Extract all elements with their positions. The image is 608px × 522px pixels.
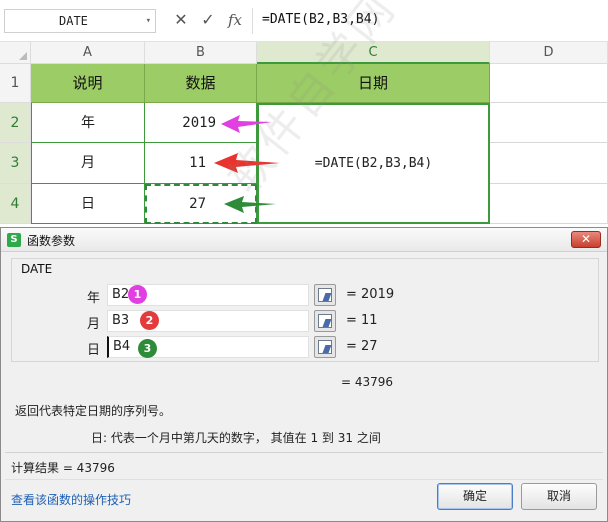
ok-button[interactable]: 确定 — [437, 483, 513, 510]
range-select-icon[interactable] — [314, 284, 336, 306]
arg-result: = 27 — [346, 339, 378, 354]
arrow-row-4 — [224, 196, 276, 213]
step-badge-2: 2 — [140, 311, 159, 330]
function-name: DATE — [21, 262, 53, 276]
arg-row-year: 年 B2 1 = 2019 — [1, 284, 608, 306]
arg-result: = 11 — [346, 313, 378, 328]
close-button[interactable]: ✕ — [571, 231, 601, 248]
arg-label: 月 — [87, 317, 101, 332]
step-badge-1: 1 — [128, 285, 147, 304]
step-badge-3: 3 — [138, 339, 157, 358]
arg-input-month[interactable]: B3 — [107, 310, 309, 332]
divider — [5, 452, 603, 453]
formula-total: = 43796 — [341, 375, 394, 389]
arg-label: 年 — [87, 291, 101, 306]
arrow-row-3 — [214, 153, 280, 173]
arg-result: = 2019 — [346, 287, 395, 302]
arg-label: 日 — [87, 343, 101, 358]
range-select-icon[interactable] — [314, 310, 336, 332]
help-link[interactable]: 查看该函数的操作技巧 — [11, 491, 131, 508]
annotation-arrows — [214, 115, 280, 213]
app-logo-icon: S — [7, 233, 21, 247]
arrow-row-2 — [221, 115, 272, 133]
range-select-icon[interactable] — [314, 336, 336, 358]
calc-result: 计算结果 = 43796 — [11, 461, 115, 475]
divider — [5, 479, 603, 480]
dialog-titlebar[interactable]: S 函数参数 ✕ — [1, 228, 607, 252]
argument-description: 日: 代表一个月中第几天的数字， 其值在 1 到 31 之间 — [91, 431, 381, 445]
arg-row-month: 月 B3 2 = 11 — [1, 310, 608, 332]
arg-row-day: 日 B4 3 = 27 — [1, 336, 608, 358]
cancel-button[interactable]: 取消 — [521, 483, 597, 510]
function-description: 返回代表特定日期的序列号。 — [15, 404, 172, 418]
dialog-title: 函数参数 — [27, 234, 76, 248]
function-arguments-dialog: S 函数参数 ✕ DATE 年 B2 1 = 2019 月 B3 2 = 11 … — [0, 227, 608, 522]
